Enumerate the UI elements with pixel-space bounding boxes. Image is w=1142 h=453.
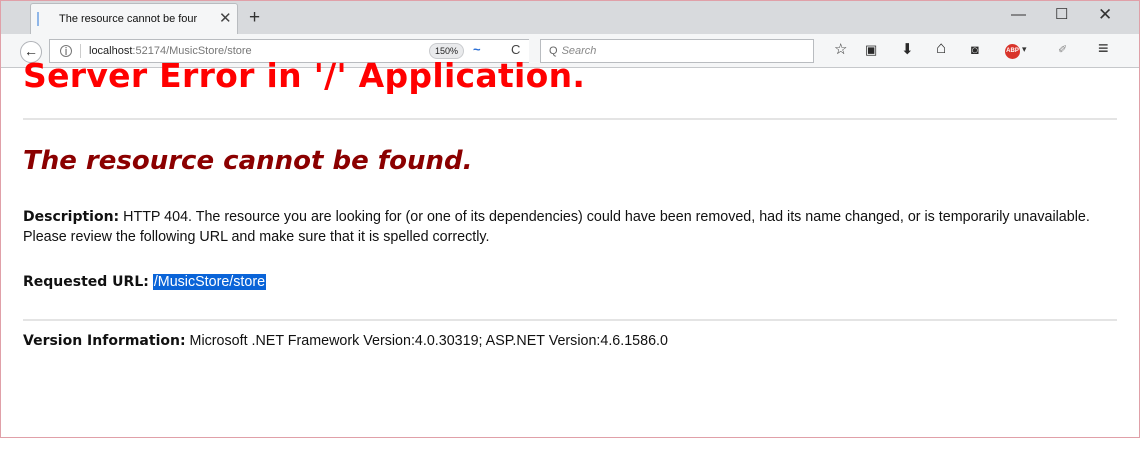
tab-close-icon[interactable]: ✕ — [219, 11, 232, 26]
reader-view-icon[interactable]: ~ — [473, 42, 481, 57]
maximize-button[interactable]: ☐ — [1055, 7, 1068, 23]
requested-url-value[interactable]: /MusicStore/store — [152, 274, 267, 290]
pocket-icon[interactable]: ◙ — [971, 42, 979, 58]
description-text: HTTP 404. The resource you are looking f… — [23, 209, 1090, 245]
reload-icon[interactable]: C — [511, 42, 520, 57]
menu-icon[interactable]: ≡ — [1098, 39, 1109, 57]
description-label: Description: — [23, 209, 120, 225]
divider — [23, 319, 1117, 321]
page-icon — [37, 12, 51, 26]
extension-icon[interactable]: ✐ — [1058, 42, 1067, 58]
version-text: Microsoft .NET Framework Version:4.0.303… — [189, 333, 668, 349]
tab-active[interactable]: The resource cannot be four ✕ — [30, 3, 238, 34]
new-tab-button[interactable]: + — [249, 8, 260, 27]
desktop-strip — [0, 438, 1142, 453]
close-window-button[interactable]: ✕ — [1098, 6, 1112, 23]
download-icon[interactable]: ⬇ — [901, 42, 914, 58]
tab-strip: The resource cannot be four ✕ + — ☐ ✕ — [1, 1, 1139, 34]
clipboard-icon[interactable]: ▣ — [865, 42, 877, 58]
home-icon[interactable]: ⌂ — [936, 39, 946, 56]
version-label: Version Information: — [23, 333, 186, 349]
error-subtitle: The resource cannot be found. — [23, 146, 473, 176]
page-title: Server Error in '/' Application. — [23, 56, 586, 95]
tab-title: The resource cannot be four — [59, 13, 198, 25]
adblock-icon[interactable]: ABP — [1005, 44, 1020, 59]
version-information: Version Information: Microsoft .NET Fram… — [23, 333, 668, 349]
description: Description: HTTP 404. The resource you … — [23, 207, 1121, 247]
requested-url: Requested URL: /MusicStore/store — [23, 274, 267, 290]
adblock-dropdown-icon[interactable]: ▾ — [1022, 44, 1027, 55]
minimize-button[interactable]: — — [1011, 7, 1026, 23]
browser-window: The resource cannot be four ✕ + — ☐ ✕ ← … — [0, 0, 1140, 438]
requested-url-label: Requested URL: — [23, 274, 149, 290]
bookmark-star-icon[interactable]: ☆ — [834, 42, 847, 58]
divider — [23, 118, 1117, 120]
